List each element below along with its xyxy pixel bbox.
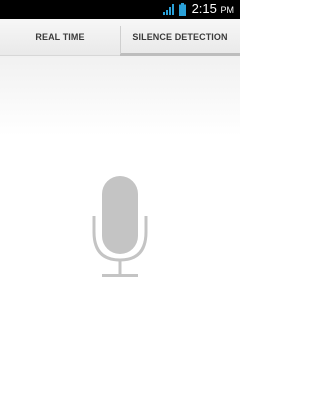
battery-icon bbox=[178, 3, 186, 16]
signal-icon bbox=[162, 4, 175, 15]
header-fade bbox=[0, 56, 240, 136]
tab-divider bbox=[120, 26, 121, 54]
tab-real-time-label: REAL TIME bbox=[35, 32, 85, 42]
clock-suffix: PM bbox=[220, 5, 235, 15]
tab-silence-detection-label: SILENCE DETECTION bbox=[132, 32, 228, 42]
tab-real-time[interactable]: REAL TIME bbox=[0, 19, 120, 55]
microphone-icon[interactable] bbox=[92, 176, 148, 280]
tab-silence-detection[interactable]: SILENCE DETECTION bbox=[120, 19, 240, 56]
status-icons: 2:15 PM bbox=[162, 0, 234, 20]
clock: 2:15 PM bbox=[192, 0, 234, 20]
clock-time: 2:15 bbox=[191, 1, 217, 16]
status-bar: 2:15 PM bbox=[0, 0, 240, 19]
